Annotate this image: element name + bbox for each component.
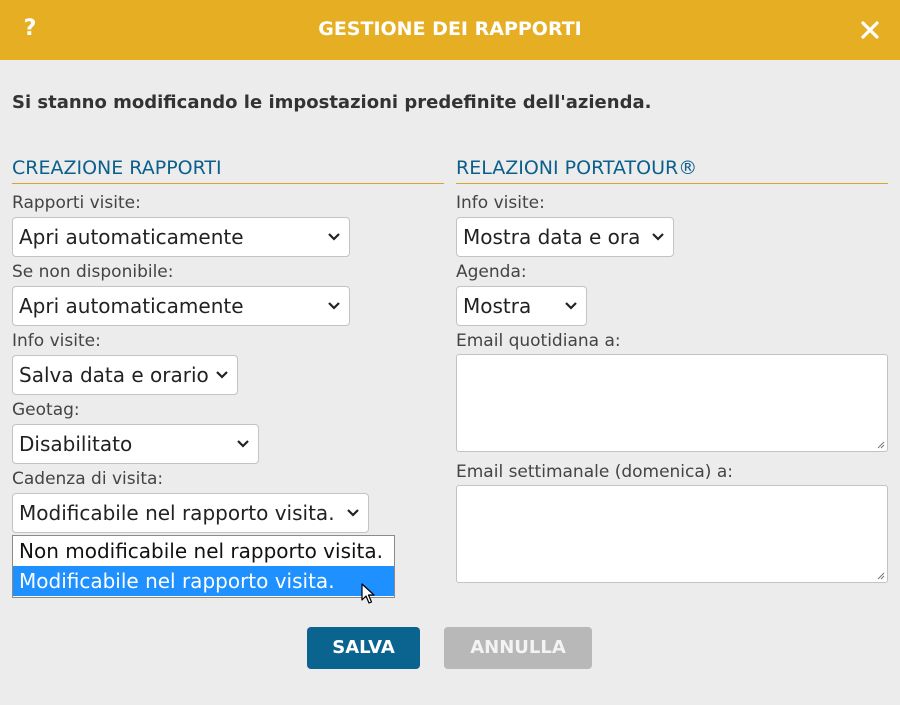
report-management-dialog: ? GESTIONE DEI RAPPORTI Si stanno modifi… [0, 0, 900, 705]
visit-info-value: Salva data e orario [19, 363, 209, 387]
mouse-pointer-icon [361, 583, 375, 604]
if-unavailable-label: Se non disponibile: [12, 262, 174, 282]
visit-info-select[interactable]: Salva data e orario [12, 355, 238, 395]
weekly-email-label: Email settimanale (domenica) a: [456, 462, 733, 482]
right-visit-info-value: Mostra data e ora [463, 225, 641, 249]
chevron-down-icon [216, 371, 228, 379]
dropdown-option[interactable]: Non modificabile nel rapporto visita. [13, 536, 394, 566]
chevron-down-icon [328, 233, 340, 241]
visit-reports-select[interactable]: Apri automaticamente [12, 217, 350, 257]
dialog-titlebar: ? GESTIONE DEI RAPPORTI [0, 0, 900, 60]
visit-cadence-dropdown: Non modificabile nel rapporto visita. Mo… [12, 535, 395, 598]
dropdown-option-highlighted[interactable]: Modificabile nel rapporto visita. [13, 566, 394, 596]
chevron-down-icon [565, 302, 577, 310]
chevron-down-icon [652, 233, 664, 241]
section-heading-report-creation: CREAZIONE RAPPORTI [12, 156, 444, 184]
agenda-select[interactable]: Mostra [456, 286, 587, 326]
visit-info-label: Info visite: [12, 331, 101, 351]
weekly-email-field[interactable] [456, 485, 888, 583]
cancel-button[interactable]: ANNULLA [444, 627, 592, 669]
right-visit-info-label: Info visite: [456, 193, 545, 213]
geotag-label: Geotag: [12, 400, 80, 420]
company-defaults-notice: Si stanno modificando le impostazioni pr… [12, 92, 652, 113]
geotag-select[interactable]: Disabilitato [12, 424, 259, 464]
section-heading-portatour-reports: RELAZIONI PORTATOUR® [456, 156, 888, 184]
right-visit-info-select[interactable]: Mostra data e ora [456, 217, 674, 257]
if-unavailable-value: Apri automaticamente [19, 294, 244, 318]
chevron-down-icon [328, 302, 340, 310]
chevron-down-icon [347, 509, 359, 517]
chevron-down-icon [237, 440, 249, 448]
visit-cadence-label: Cadenza di visita: [12, 469, 164, 489]
resize-grip-icon[interactable] [877, 572, 885, 580]
agenda-label: Agenda: [456, 262, 527, 282]
visit-reports-value: Apri automaticamente [19, 225, 244, 249]
resize-grip-icon[interactable] [877, 441, 885, 449]
daily-email-label: Email quotidiana a: [456, 331, 621, 351]
close-icon[interactable] [858, 16, 882, 44]
visit-reports-label: Rapporti visite: [12, 193, 141, 213]
geotag-value: Disabilitato [19, 432, 133, 456]
visit-cadence-value: Modificabile nel rapporto visita. [19, 501, 335, 525]
agenda-value: Mostra [463, 294, 532, 318]
visit-cadence-select[interactable]: Modificabile nel rapporto visita. [12, 493, 369, 533]
save-button[interactable]: SALVA [307, 627, 420, 669]
daily-email-field[interactable] [456, 354, 888, 452]
dialog-title: GESTIONE DEI RAPPORTI [318, 18, 582, 40]
if-unavailable-select[interactable]: Apri automaticamente [12, 286, 350, 326]
